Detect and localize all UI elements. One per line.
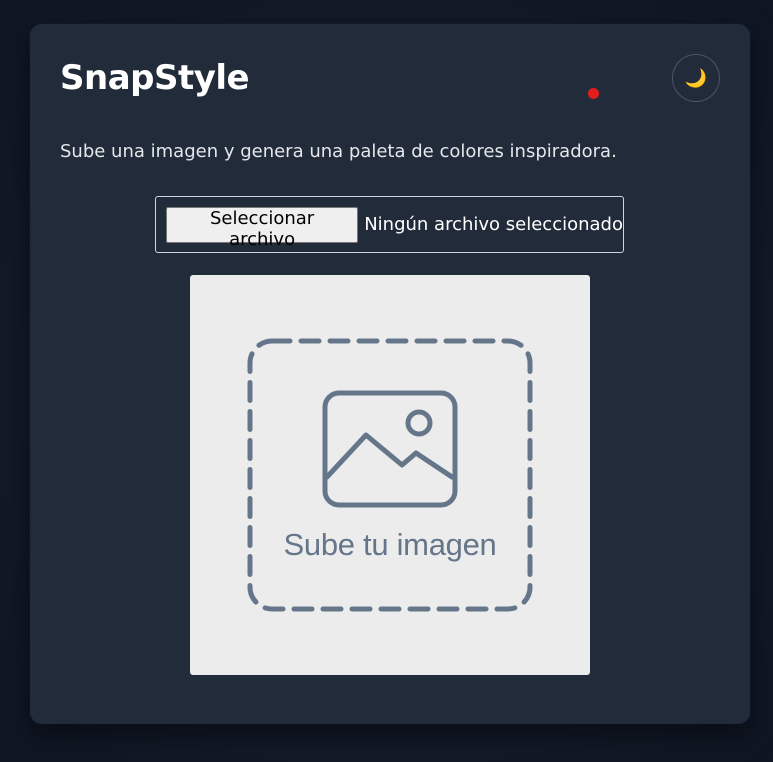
app-title: SnapStyle — [60, 58, 250, 98]
image-icon — [322, 390, 458, 508]
dashed-upload-frame — [247, 338, 533, 612]
file-input[interactable]: Seleccionar archivo Ningún archivo selec… — [155, 196, 624, 253]
main-card: SnapStyle 🌙 Sube una imagen y genera una… — [30, 24, 750, 724]
upload-placeholder-text: Sube tu imagen — [283, 527, 497, 562]
theme-toggle-button[interactable]: 🌙 — [672, 54, 720, 102]
moon-icon: 🌙 — [684, 67, 708, 88]
page: SnapStyle 🌙 Sube una imagen y genera una… — [0, 0, 773, 762]
file-status-text: Ningún archivo seleccionado — [364, 214, 623, 235]
choose-file-button[interactable]: Seleccionar archivo — [166, 206, 359, 250]
image-preview-dropzone[interactable]: Sube tu imagen — [190, 275, 590, 675]
status-indicator-dot — [588, 88, 599, 99]
app-subtitle: Sube una imagen y genera una paleta de c… — [60, 141, 617, 162]
